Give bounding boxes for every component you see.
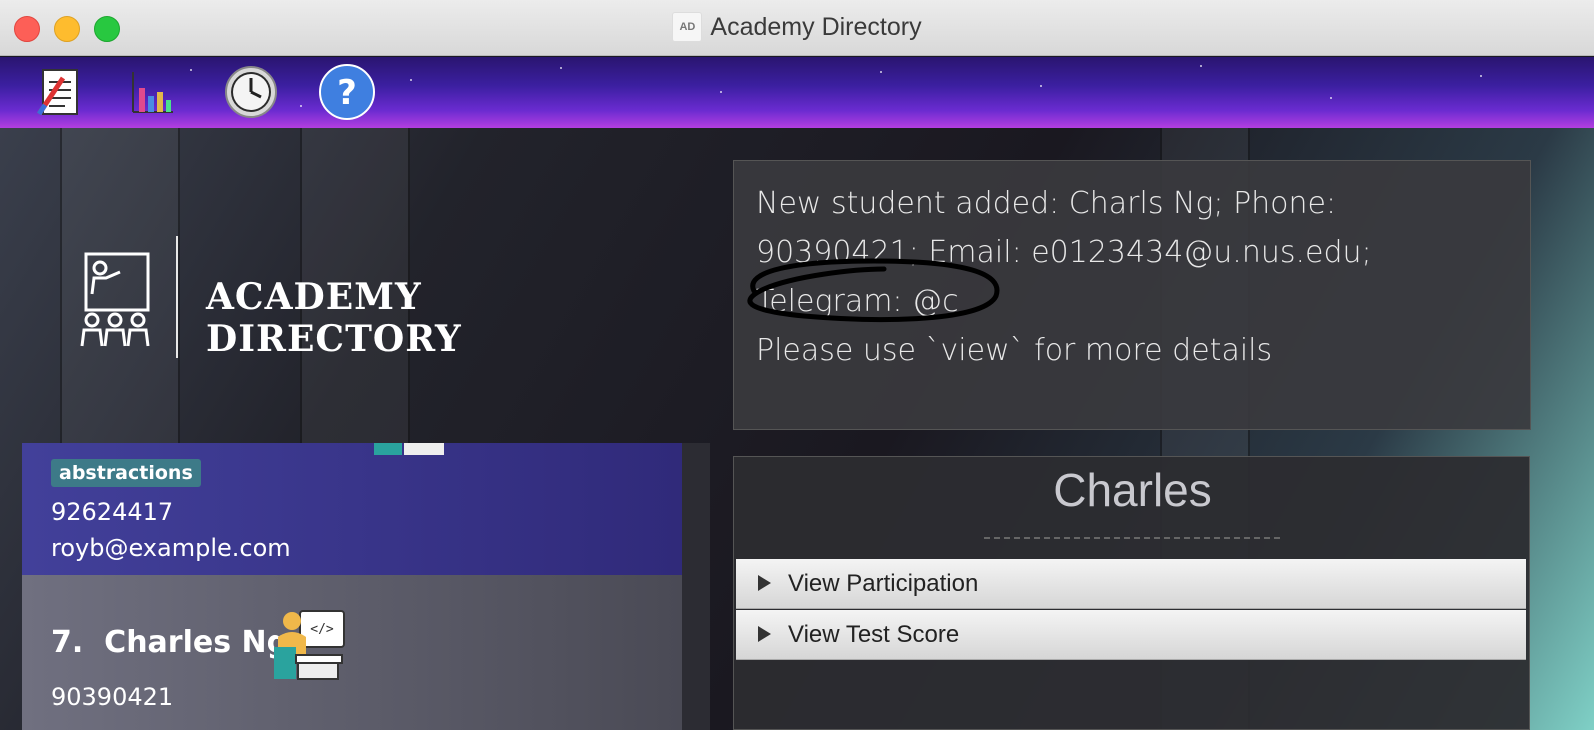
accordion-label: View Test Score [788,621,960,648]
student-index: 7. [51,625,84,660]
teacher-classroom-icon [80,252,150,347]
svg-text:?: ? [337,73,357,113]
student-email: royb@example.com [51,534,291,562]
result-line: Please use `view` for more details [756,333,1273,368]
view-test-score-accordion[interactable]: View Test Score [736,610,1526,660]
window-title-group: AD Academy Directory [0,12,1594,43]
student-card[interactable]: 7. Charles Ng </> 90390421 [22,575,682,730]
expand-arrow-icon [758,626,771,642]
result-line: 90390421; Email: e0123434@u.nus.edu; [756,235,1372,270]
result-line: New student added: Charls Ng; Phone: [756,186,1337,221]
student-name-row: 7. Charles Ng [51,625,288,660]
tag-badge: abstractions [51,459,201,487]
window-title: Academy Directory [710,12,922,41]
view-participation-accordion[interactable]: View Participation [736,559,1526,609]
list-scrollbar[interactable] [682,443,710,730]
student-list[interactable]: abstractions 92624417 royb@example.com 7… [22,443,710,730]
toolbar: ? [0,57,1594,128]
expand-arrow-icon [758,575,771,591]
student-card-selected[interactable]: abstractions 92624417 royb@example.com [22,443,682,575]
logo-text: ACADEMY DIRECTORY [206,276,462,360]
window-titlebar: AD Academy Directory [0,0,1594,56]
coding-student-icon: </> [274,610,345,680]
detail-student-name: Charles [1053,464,1212,516]
help-icon[interactable]: ? [318,63,376,121]
student-avatar-icon [374,443,444,455]
svg-text:</>: </> [310,622,334,637]
main-area: ACADEMY DIRECTORY New student added: Cha… [0,128,1594,730]
command-result-display[interactable]: New student added: Charls Ng; Phone: 903… [733,160,1531,430]
student-name: Charles Ng [104,625,289,660]
detail-divider [984,537,1280,539]
result-line: Telegram: @c [756,284,959,319]
edit-document-icon[interactable] [30,63,88,121]
app-logo: ACADEMY DIRECTORY [80,236,660,360]
student-phone: 92624417 [51,498,174,526]
clock-icon[interactable] [222,63,280,121]
logo-divider [176,236,178,358]
chart-icon[interactable] [122,63,180,121]
app-badge-icon: AD [672,12,703,43]
student-phone: 90390421 [51,683,174,711]
accordion-label: View Participation [788,570,979,597]
student-detail-panel: Charles View Participation View Test Sco… [733,456,1530,730]
